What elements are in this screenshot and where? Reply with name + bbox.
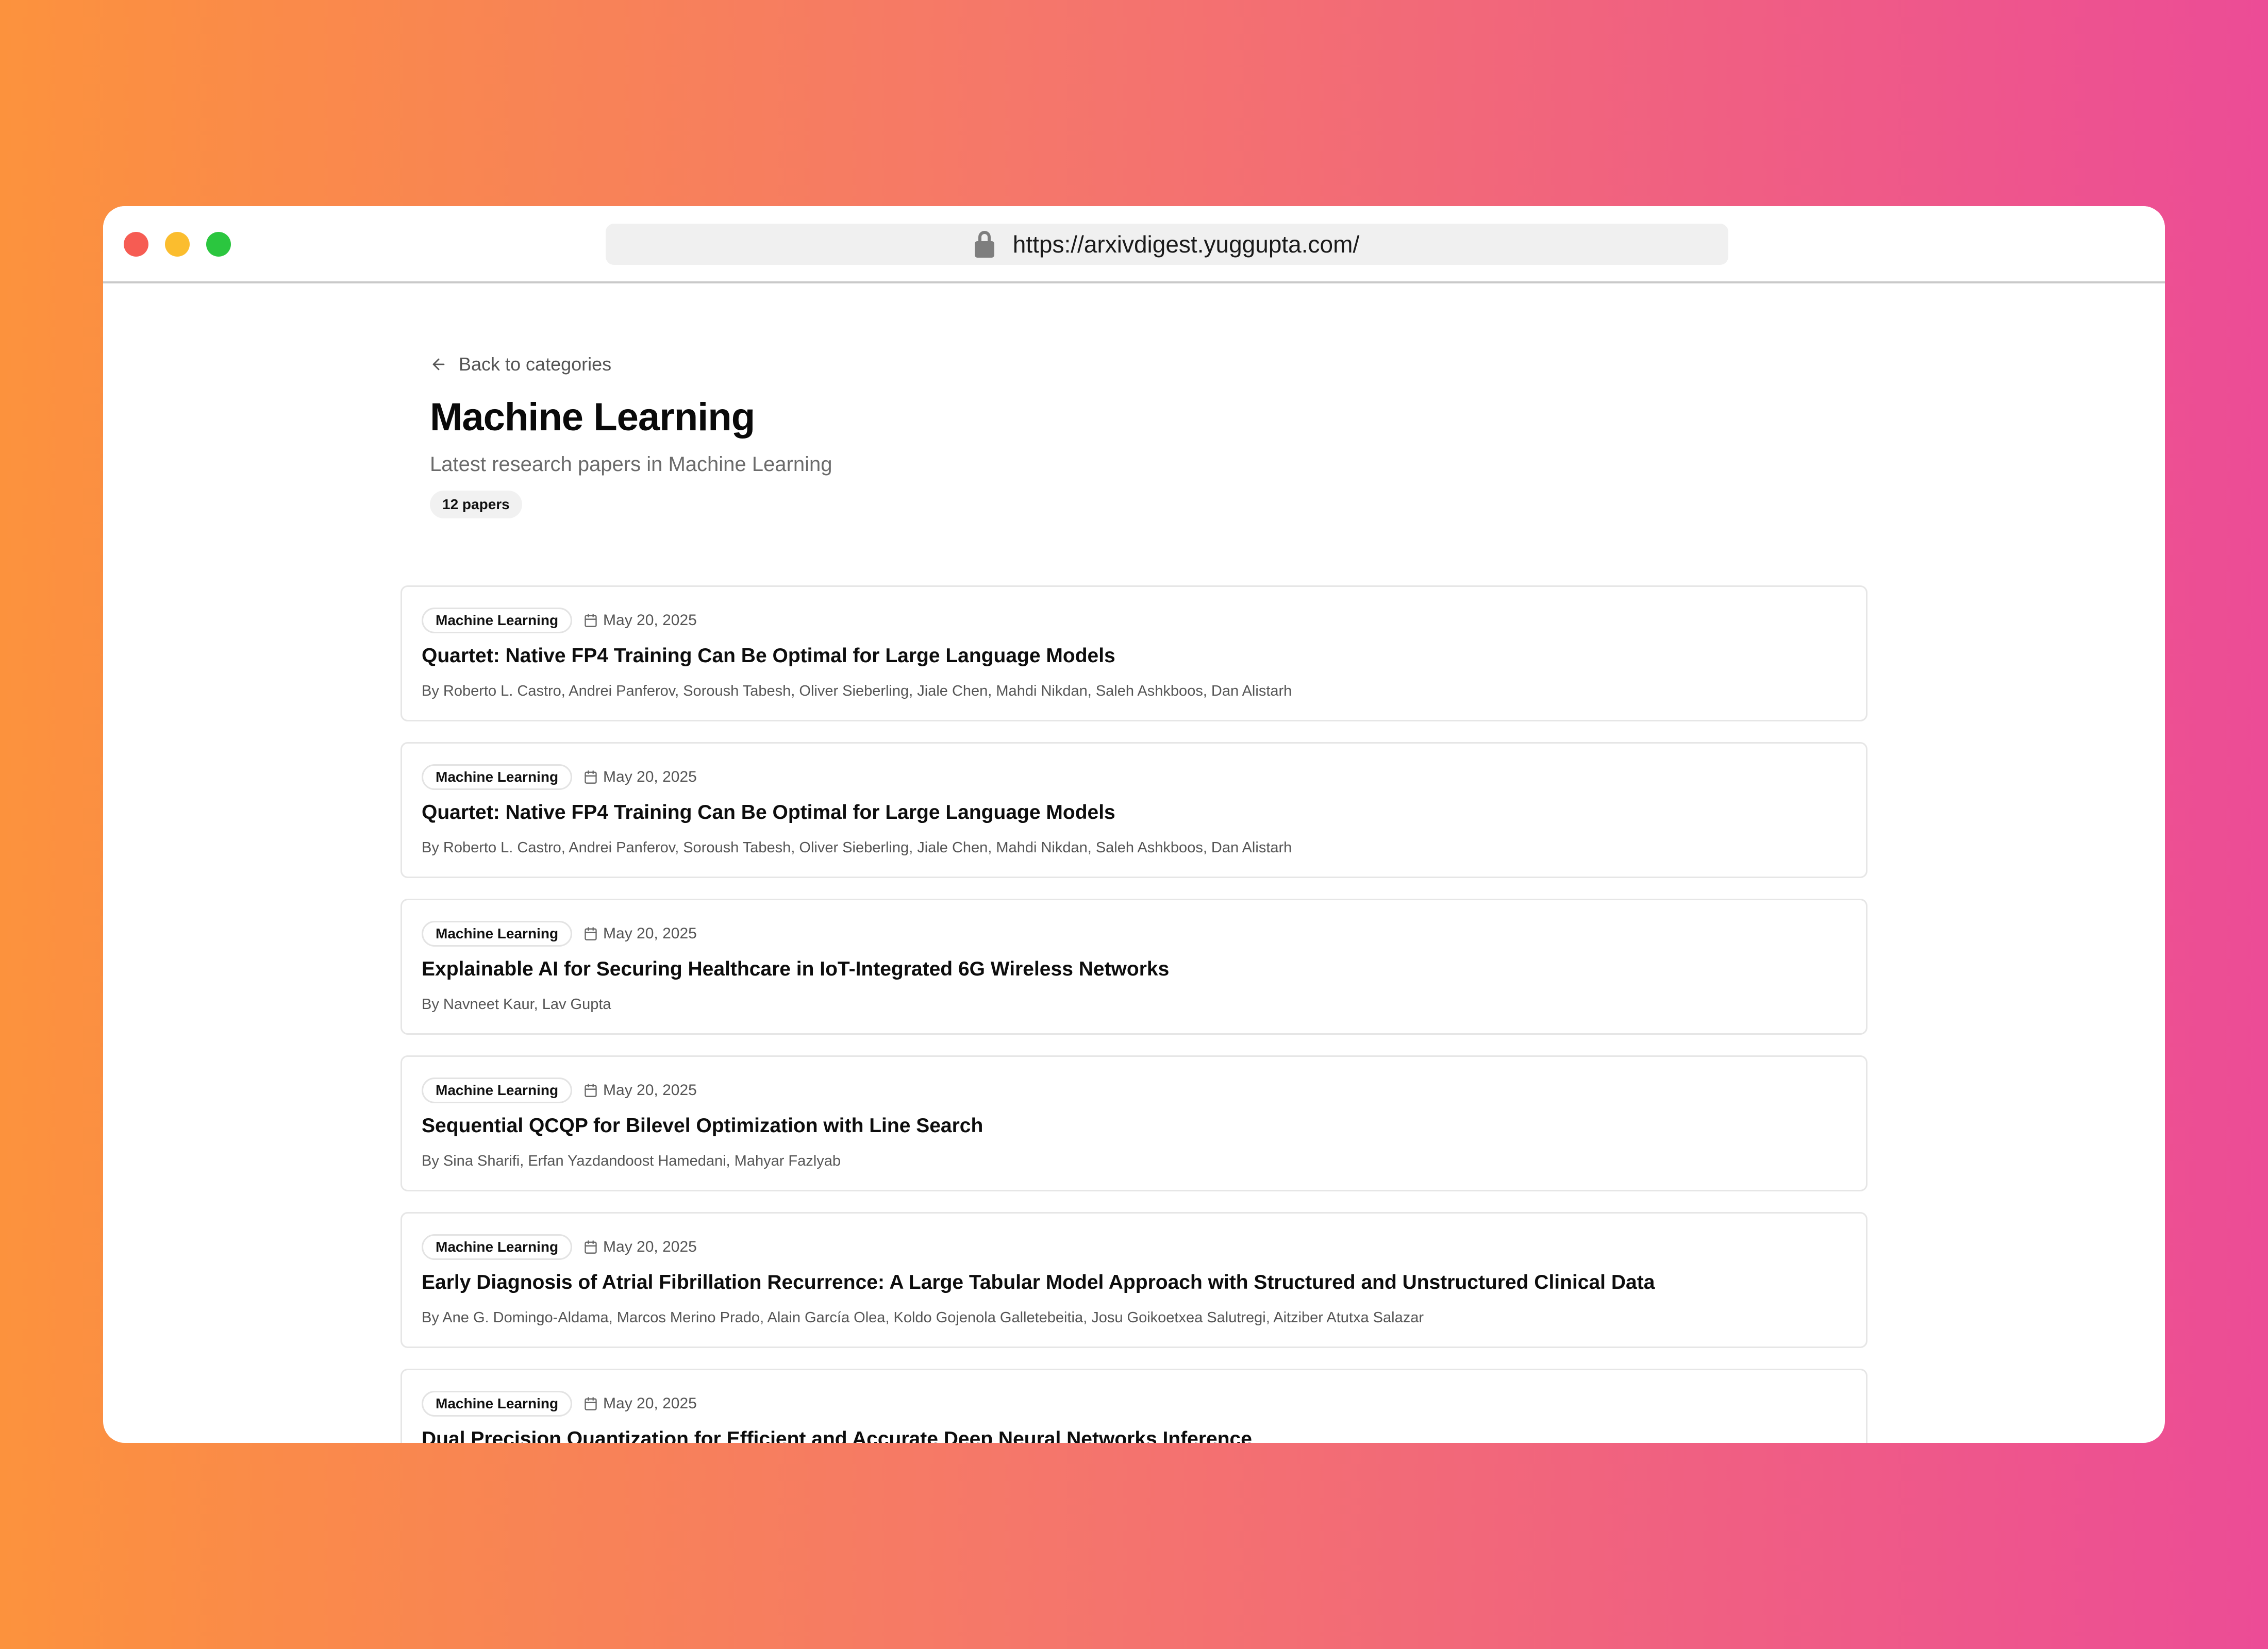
paper-title[interactable]: Dual Precision Quantization for Efficien… bbox=[422, 1428, 1252, 1443]
paper-card[interactable]: Machine Learning May 20, 2025 Sequential Q… bbox=[401, 1055, 1867, 1191]
category-tag: Machine Learning bbox=[422, 921, 573, 947]
paper-date: May 20, 2025 bbox=[583, 1238, 697, 1256]
maximize-window-button[interactable] bbox=[206, 232, 231, 257]
url-text[interactable]: https://arxivdigest.yuggupta.com/ bbox=[1013, 230, 1359, 258]
paper-title[interactable]: Explainable AI for Securing Healthcare i… bbox=[422, 958, 1169, 981]
category-tag: Machine Learning bbox=[422, 608, 573, 633]
date-text: May 20, 2025 bbox=[603, 612, 697, 629]
paper-count-badge: 12 papers bbox=[430, 491, 522, 518]
address-bar[interactable]: https://arxivdigest.yuggupta.com/ bbox=[606, 224, 1728, 265]
category-tag: Machine Learning bbox=[422, 1391, 573, 1417]
paper-card[interactable]: Machine Learning May 20, 2025 Explainable … bbox=[401, 899, 1867, 1035]
paper-date: May 20, 2025 bbox=[583, 1395, 697, 1412]
back-to-categories-link[interactable]: Back to categories bbox=[430, 354, 611, 375]
category-tag: Machine Learning bbox=[422, 1078, 573, 1103]
back-link-label: Back to categories bbox=[459, 354, 612, 375]
paper-date: May 20, 2025 bbox=[583, 612, 697, 629]
lock-icon bbox=[974, 231, 994, 258]
paper-title[interactable]: Sequential QCQP for Bilevel Optimization… bbox=[422, 1115, 983, 1137]
minimize-window-button[interactable] bbox=[165, 232, 190, 257]
paper-card[interactable]: Machine Learning May 20, 2025 Quartet: Nat… bbox=[401, 585, 1867, 721]
paper-card[interactable]: Machine Learning May 20, 2025 Dual Precisi… bbox=[401, 1369, 1867, 1443]
paper-authors: By Sina Sharifi, Erfan Yazdandoost Hamed… bbox=[422, 1153, 841, 1169]
browser-window: https://arxivdigest.yuggupta.com/ Back t… bbox=[103, 206, 2165, 1443]
paper-title[interactable]: Quartet: Native FP4 Training Can Be Opti… bbox=[422, 801, 1115, 824]
date-text: May 20, 2025 bbox=[603, 925, 697, 942]
date-text: May 20, 2025 bbox=[603, 1238, 697, 1255]
paper-authors: By Ane G. Domingo-Aldama, Marcos Merino … bbox=[422, 1309, 1424, 1326]
browser-titlebar: https://arxivdigest.yuggupta.com/ bbox=[103, 206, 2165, 283]
page-subtitle: Latest research papers in Machine Learni… bbox=[430, 453, 832, 476]
paper-authors: By Navneet Kaur, Lav Gupta bbox=[422, 996, 611, 1013]
paper-date: May 20, 2025 bbox=[583, 768, 697, 786]
paper-list: Machine Learning May 20, 2025 Quartet: Nat… bbox=[401, 585, 1867, 1443]
paper-meta: Machine Learning May 20, 2025 bbox=[422, 1078, 697, 1103]
date-text: May 20, 2025 bbox=[603, 768, 697, 785]
paper-meta: Machine Learning May 20, 2025 bbox=[422, 764, 697, 790]
calendar-icon bbox=[585, 927, 597, 940]
category-tag: Machine Learning bbox=[422, 764, 573, 790]
calendar-icon bbox=[585, 1084, 597, 1097]
paper-authors: By Roberto L. Castro, Andrei Panferov, S… bbox=[422, 683, 1292, 699]
calendar-icon bbox=[585, 1240, 597, 1254]
paper-date: May 20, 2025 bbox=[583, 1082, 697, 1099]
page-title: Machine Learning bbox=[430, 395, 755, 439]
paper-meta: Machine Learning May 20, 2025 bbox=[422, 608, 697, 633]
close-window-button[interactable] bbox=[124, 232, 148, 257]
arrow-left-icon bbox=[432, 358, 445, 371]
paper-card[interactable]: Machine Learning May 20, 2025 Quartet: Nat… bbox=[401, 742, 1867, 878]
date-text: May 20, 2025 bbox=[603, 1395, 697, 1412]
paper-meta: Machine Learning May 20, 2025 bbox=[422, 1234, 697, 1260]
calendar-icon bbox=[585, 614, 597, 627]
paper-title[interactable]: Early Diagnosis of Atrial Fibrillation R… bbox=[422, 1271, 1655, 1294]
paper-meta: Machine Learning May 20, 2025 bbox=[422, 921, 697, 947]
paper-authors: By Roberto L. Castro, Andrei Panferov, S… bbox=[422, 839, 1292, 856]
date-text: May 20, 2025 bbox=[603, 1082, 697, 1099]
calendar-icon bbox=[585, 770, 597, 784]
paper-title[interactable]: Quartet: Native FP4 Training Can Be Opti… bbox=[422, 645, 1115, 667]
category-tag: Machine Learning bbox=[422, 1234, 573, 1260]
paper-card[interactable]: Machine Learning May 20, 2025 Early Diagno… bbox=[401, 1212, 1867, 1348]
page-content: Back to categories Machine Learning Late… bbox=[103, 285, 2165, 1443]
calendar-icon bbox=[585, 1397, 597, 1410]
paper-meta: Machine Learning May 20, 2025 bbox=[422, 1391, 697, 1417]
paper-date: May 20, 2025 bbox=[583, 925, 697, 943]
